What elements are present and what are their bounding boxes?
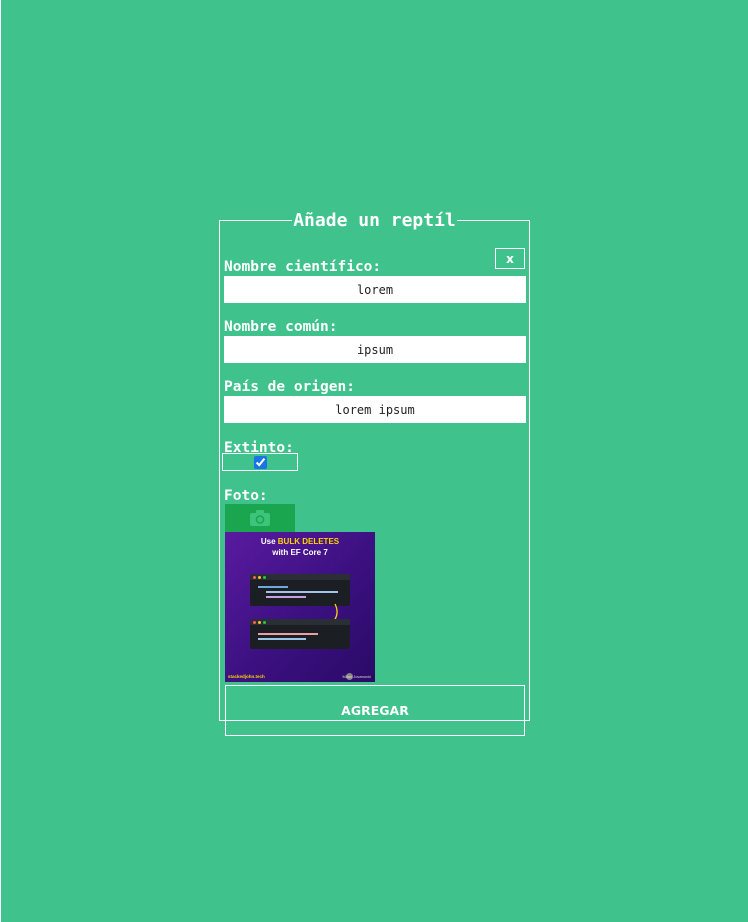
add-reptile-form: Añade un reptíl x Nombre científico: Nom…	[219, 210, 530, 736]
scientific-name-input[interactable]	[224, 276, 526, 303]
preview-footer-site: stackedjohn.tech	[228, 674, 265, 679]
scientific-name-label: Nombre científico:	[224, 259, 382, 275]
preview-footer-author: Milan Jovanović	[342, 674, 371, 679]
country-input[interactable]	[224, 396, 526, 423]
extinct-checkbox-wrapper	[222, 453, 298, 471]
preview-subheadline: with EF Core 7	[272, 548, 328, 557]
photo-upload-button[interactable]	[225, 504, 295, 532]
photo-label: Foto:	[224, 488, 268, 504]
common-name-label: Nombre común:	[224, 319, 338, 335]
common-name-input[interactable]	[224, 336, 526, 363]
preview-headline: Use BULK DELETES	[260, 537, 340, 546]
photo-preview: Use BULK DELETES with EF Core 7 stackedj…	[225, 532, 375, 682]
close-button[interactable]: x	[495, 248, 525, 269]
camera-icon	[250, 510, 270, 526]
add-button[interactable]: AGREGAR	[225, 685, 525, 736]
country-label: País de origen:	[224, 379, 355, 395]
form-title: Añade un reptíl	[293, 210, 456, 231]
page-left-edge	[0, 0, 1, 922]
code-block-bottom	[250, 619, 350, 649]
extinct-checkbox[interactable]	[253, 455, 267, 469]
